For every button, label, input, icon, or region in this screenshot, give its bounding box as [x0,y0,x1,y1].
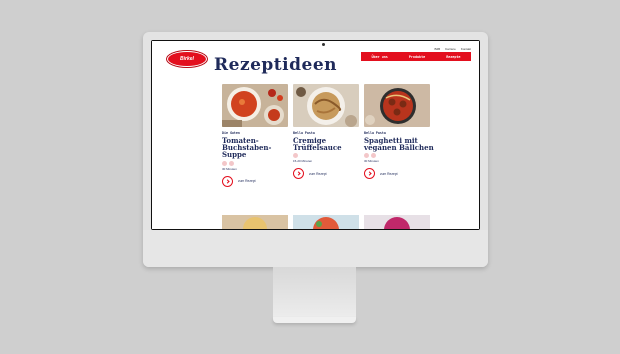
brand-logo[interactable]: Birkel [167,51,207,67]
monitor-chin [143,230,488,267]
diet-badge-icon [364,153,369,159]
diet-badge-icon [371,153,376,159]
diet-badge-icon [222,160,227,166]
recipe-tag: Bella Pasta [293,131,315,135]
recipe-card[interactable]: Die Guten Tomaten-Buchstaben-Suppe 30 Mi… [222,84,288,187]
diet-icons [364,153,430,159]
recipe-image-truffle-pasta[interactable] [293,84,359,127]
recipe-tag: Bella Pasta [364,131,386,135]
diet-icons [222,160,288,166]
recipe-title[interactable]: Spaghetti mit veganen Bällchen [364,137,434,152]
recipe-time: 30 Minuten [222,166,237,171]
recipe-title[interactable]: Tomaten-Buchstaben-Suppe [222,137,292,159]
monitor-stand-foot [273,317,356,323]
recipe-time: 15-20 Minuten [293,159,313,164]
recipe-time: 30 Minuten [364,159,379,164]
nav-item-produkte[interactable]: Produkte [409,55,425,59]
recipe-tag: Die Guten [222,131,240,135]
camera-icon [322,43,325,46]
recipe-link[interactable]: zum Rezept [364,168,430,180]
recipe-link-label[interactable]: zum Rezept [380,172,398,176]
diet-badge-icon [229,160,234,166]
website-screen: Birkel B2B Karriere Kontakt Über uns Pro… [152,41,479,229]
recipe-image-partial[interactable] [222,215,288,229]
monitor-stand [273,267,356,317]
page-title: Rezeptideen [214,55,337,75]
recipe-card[interactable]: Bella Pasta Spaghetti mit veganen Bällch… [364,84,434,180]
recipe-link[interactable]: zum Rezept [293,168,359,180]
recipe-link-label[interactable]: zum Rezept [309,172,327,176]
diet-badge-icon [293,153,298,159]
recipe-image-partial[interactable] [364,215,430,229]
diet-icons [293,153,359,159]
recipe-title[interactable]: Cremige Trüffelsauce [293,137,363,152]
recipe-image-partial[interactable] [293,215,359,229]
monitor-screen-bezel: Birkel B2B Karriere Kontakt Über uns Pro… [151,40,480,230]
recipe-image-soup[interactable] [222,84,288,127]
nav-item-rezepte[interactable]: Rezepte [446,55,460,59]
nav-item-ueber-uns[interactable]: Über uns [372,55,388,59]
monitor: Birkel B2B Karriere Kontakt Über uns Pro… [143,32,488,267]
recipe-card[interactable]: Bella Pasta Cremige Trüffelsauce 15-20 M… [293,84,359,180]
utility-link-karriere[interactable]: Karriere [445,47,456,51]
utility-link-kontakt[interactable]: Kontakt [461,47,471,51]
arrow-circle-icon[interactable] [364,168,375,180]
recipe-image-vegan-balls[interactable] [364,84,430,127]
utility-nav: B2B Karriere Kontakt [434,47,471,51]
utility-link-b2b[interactable]: B2B [434,47,440,51]
main-nav: Über uns Produkte Rezepte [361,52,471,61]
recipe-link-label[interactable]: zum Rezept [238,179,256,183]
recipe-link[interactable]: zum Rezept [222,175,288,187]
arrow-circle-icon[interactable] [222,175,233,187]
arrow-circle-icon[interactable] [293,168,304,180]
